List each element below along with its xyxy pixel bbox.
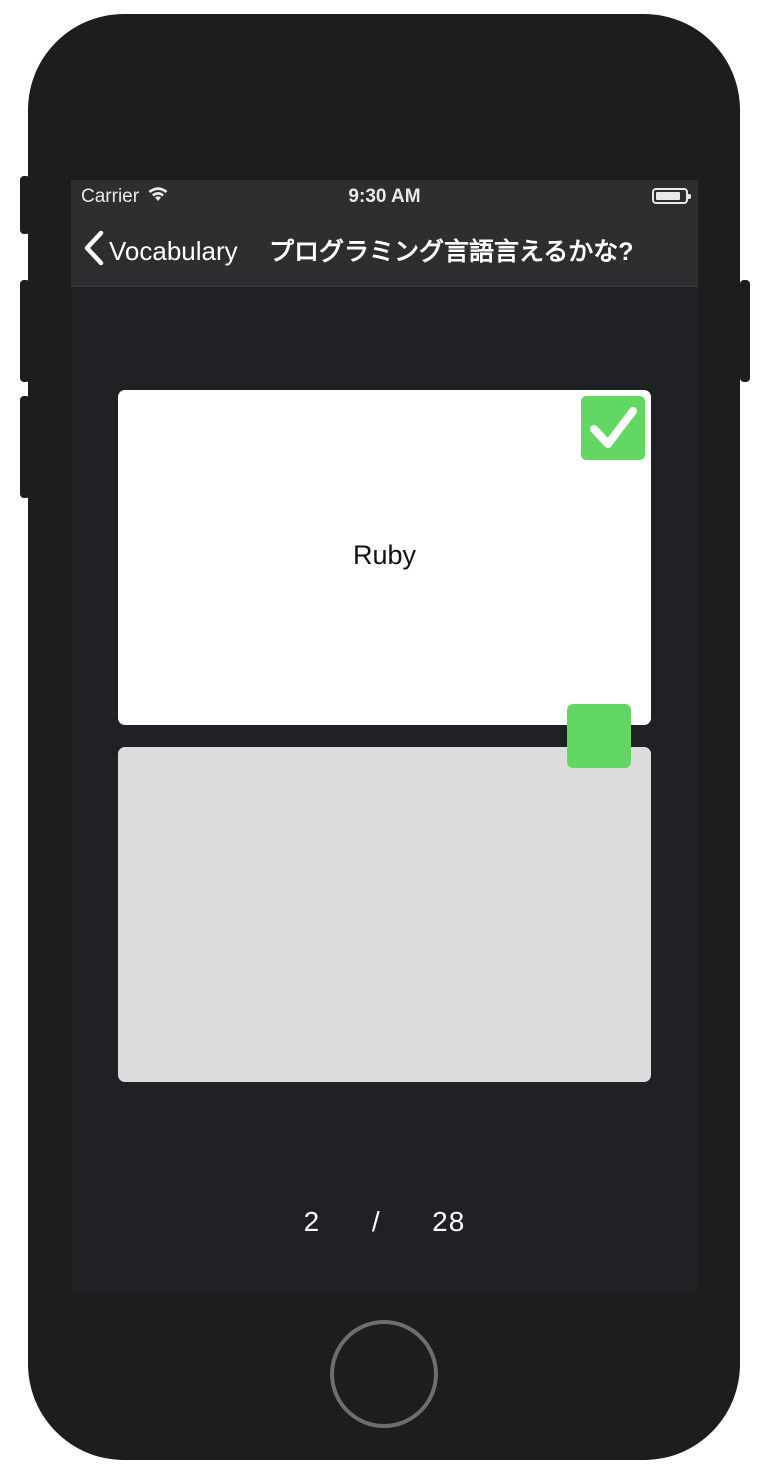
page-title: プログラミング言語言えるかな? [269,238,634,266]
volume-down-button [20,396,30,498]
home-button[interactable] [330,1320,438,1428]
card-counter: 2 / 28 [71,1206,698,1238]
counter-total: 28 [432,1206,466,1237]
clock-time: 9:30 AM [348,186,421,207]
counter-current: 2 [303,1206,321,1237]
mute-switch [20,176,30,234]
battery-icon [652,188,691,204]
status-bar: Carrier 9:30 AM [71,180,698,214]
app-screen: Carrier 9:30 AM Vocabulary プログラミング言語言えるか… [71,180,698,1292]
flashcard-back[interactable] [118,747,651,1082]
counter-separator: / [371,1206,381,1237]
volume-up-button [20,280,30,382]
power-button [740,280,750,382]
mark-button[interactable] [567,704,631,768]
back-button[interactable]: Vocabulary [83,230,238,273]
battery-level [656,192,680,200]
navigation-bar: Vocabulary プログラミング言語言えるかな? [71,214,698,287]
flashcard-front[interactable]: Ruby [118,390,651,725]
chevron-left-icon [83,230,105,273]
checkmark-icon [581,407,645,464]
flashcard-word: Ruby [352,540,417,570]
back-button-label: Vocabulary [109,236,238,266]
mark-known-button[interactable] [581,396,645,460]
